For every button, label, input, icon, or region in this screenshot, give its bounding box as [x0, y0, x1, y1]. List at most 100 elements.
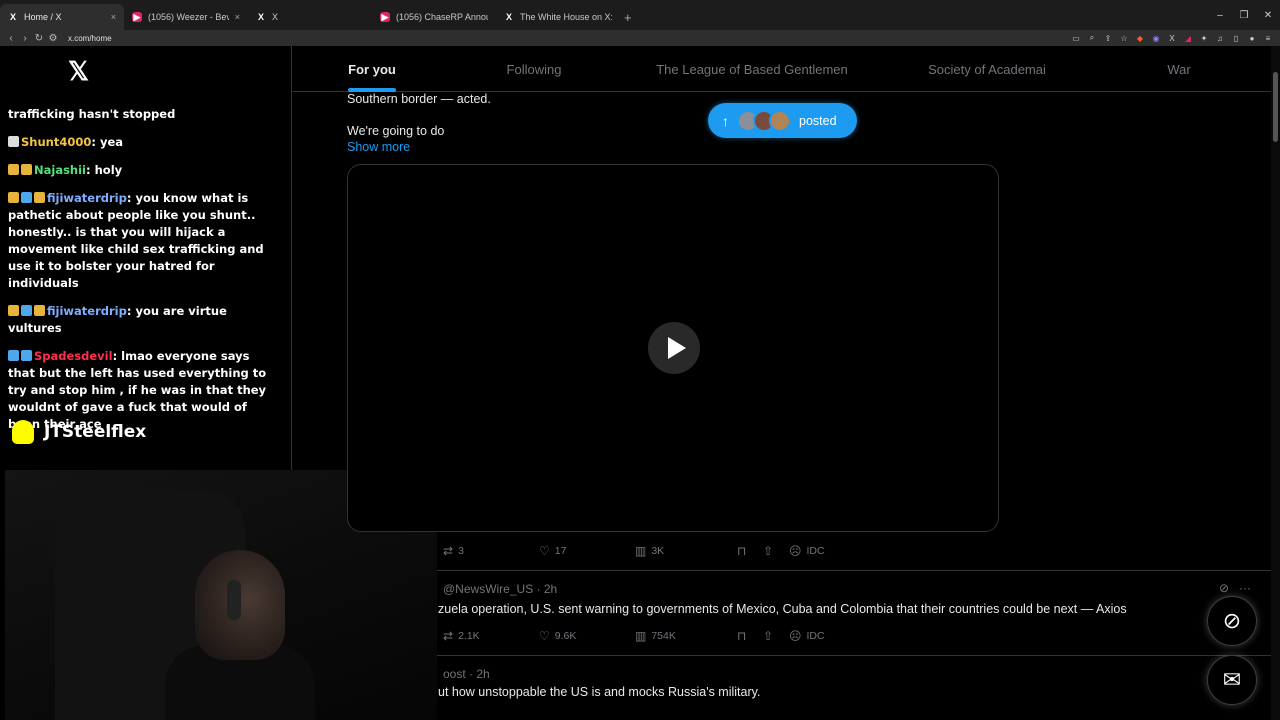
- profile-icon[interactable]: ●: [1246, 32, 1258, 44]
- browser-tab-x[interactable]: X X: [248, 4, 372, 30]
- tab-title: (1056) Weezer - Beverly Hills - YouTube: [148, 12, 229, 22]
- x-logo-icon[interactable]: 𝕏: [68, 58, 94, 84]
- chat-text: : yea: [91, 135, 124, 149]
- post-divider: [437, 570, 1271, 571]
- chat-text: : you know what is pathetic about people…: [8, 191, 264, 290]
- grok-icon: ⊘: [1222, 608, 1242, 633]
- video-player[interactable]: [347, 164, 999, 532]
- site-info-icon[interactable]: ⚙: [46, 33, 60, 44]
- views-button[interactable]: ▥ 754K: [635, 629, 737, 643]
- grok-label: IDC: [806, 545, 825, 557]
- chat-badge-icon: [21, 350, 32, 361]
- retweet-button[interactable]: ⇄ 3: [443, 544, 539, 558]
- x-extension-icon[interactable]: X: [1166, 32, 1178, 44]
- extension-icon[interactable]: ◉: [1150, 32, 1162, 44]
- grok-button[interactable]: ☹ IDC: [789, 629, 825, 643]
- x-favicon-icon: X: [257, 12, 264, 22]
- brave-shield-icon[interactable]: ◆: [1134, 32, 1146, 44]
- chat-badge-icon: [21, 192, 32, 203]
- like-button[interactable]: ♡ 9.6K: [539, 629, 635, 643]
- reload-button[interactable]: ↻: [32, 33, 46, 44]
- chat-username: fijiwaterdrip: [47, 191, 127, 205]
- forward-button[interactable]: ›: [18, 33, 32, 44]
- page-scrollbar[interactable]: [1271, 46, 1280, 720]
- music-icon[interactable]: ♫: [1214, 32, 1226, 44]
- tab-label: For you: [348, 61, 396, 77]
- like-count: 9.6K: [554, 630, 577, 642]
- post-handle[interactable]: @NewsWire_US · 2h: [443, 582, 557, 596]
- analytics-icon: ▥: [635, 544, 647, 558]
- tab-for-you[interactable]: For you: [293, 46, 451, 92]
- chat-badge-icon: [21, 305, 32, 316]
- share-icon[interactable]: ⇪: [1102, 32, 1114, 44]
- chat-message: fijiwaterdrip: you are virtue vultures: [8, 303, 278, 337]
- bookmark-button[interactable]: ⊓: [737, 544, 763, 558]
- chat-username: Spadesdevil: [34, 349, 113, 363]
- new-posts-pill[interactable]: ↑ posted: [708, 103, 857, 138]
- post-divider: [437, 655, 1271, 656]
- views-button[interactable]: ▥ 3K: [635, 544, 737, 558]
- chat-message: Shunt4000: yea: [8, 134, 278, 151]
- x-favicon-icon: X: [505, 12, 512, 22]
- bookmark-star-icon[interactable]: ☆: [1118, 32, 1130, 44]
- maximize-button[interactable]: ❐: [1232, 10, 1256, 21]
- tab-league-of-based-gentlemen[interactable]: The League of Based Gentlemen: [617, 46, 887, 92]
- play-button[interactable]: [648, 322, 700, 374]
- grok-icon[interactable]: ⊘: [1219, 581, 1229, 595]
- pill-label: posted: [799, 113, 837, 128]
- tab-title: Home / X: [24, 12, 62, 22]
- scrollbar-thumb[interactable]: [1273, 72, 1278, 142]
- heart-icon: ♡: [539, 544, 550, 558]
- close-window-button[interactable]: ✕: [1256, 10, 1280, 21]
- url-field[interactable]: x.com/home: [68, 34, 112, 43]
- back-button[interactable]: ‹: [4, 33, 18, 44]
- bookmark-button[interactable]: ⊓: [737, 629, 763, 643]
- puzzle-extension-icon[interactable]: ✦: [1198, 32, 1210, 44]
- post-handle[interactable]: oost · 2h: [443, 667, 490, 681]
- browser-tab-youtube-chaserp[interactable]: ▶ (1056) ChaseRP Announcement Trailer: [372, 4, 496, 30]
- post-actions: ⇄ 2.1K ♡ 9.6K ▥ 754K ⊓ ⇧ ☹ IDC: [443, 627, 983, 645]
- snapchat-handle: JTSteelflex: [12, 420, 146, 444]
- show-more-link[interactable]: Show more: [347, 140, 410, 154]
- grok-floating-button[interactable]: ⊘: [1207, 596, 1257, 646]
- menu-icon[interactable]: ≡: [1262, 32, 1274, 44]
- envelope-icon: ✉: [1222, 667, 1242, 692]
- post-text-line: Southern border — acted.: [347, 92, 491, 106]
- tab-society-of-academai[interactable]: Society of Academai: [887, 46, 1087, 92]
- retweet-button[interactable]: ⇄ 2.1K: [443, 629, 539, 643]
- tab-label: War: [1167, 61, 1191, 77]
- screen-cast-icon[interactable]: ▭: [1070, 32, 1082, 44]
- tab-war[interactable]: War: [1087, 46, 1271, 92]
- tab-following[interactable]: Following: [451, 46, 617, 92]
- messages-floating-button[interactable]: ✉: [1207, 655, 1257, 705]
- arrow-up-icon: ↑: [722, 112, 729, 129]
- share-button[interactable]: ⇧: [763, 629, 789, 643]
- browser-tab-youtube-weezer[interactable]: ▶ (1056) Weezer - Beverly Hills - YouTub…: [124, 4, 248, 30]
- chat-username: fijiwaterdrip: [47, 304, 127, 318]
- sidebar-icon[interactable]: ▯: [1230, 32, 1242, 44]
- browser-tab-white-house[interactable]: X The White House on X: "If you don't: [496, 4, 620, 30]
- red-extension-icon[interactable]: ◢: [1182, 32, 1194, 44]
- browser-tab-home-x[interactable]: X Home / X ×: [0, 4, 124, 30]
- post-text: ut how unstoppable the US is and mocks R…: [438, 685, 761, 699]
- headset: [227, 580, 241, 620]
- chat-text: trafficking hasn't stopped: [8, 107, 176, 121]
- tab-title: The White House on X: "If you don't: [520, 12, 612, 22]
- grok-button[interactable]: ☹ IDC: [789, 544, 825, 558]
- minimize-button[interactable]: –: [1208, 10, 1232, 21]
- zoom-icon[interactable]: ⌕: [1086, 32, 1098, 44]
- chat-message: fijiwaterdrip: you know what is pathetic…: [8, 190, 278, 292]
- post-text: zuela operation, U.S. sent warning to go…: [438, 602, 1127, 616]
- play-icon: [667, 337, 686, 359]
- more-options-icon[interactable]: ···: [1239, 581, 1251, 595]
- snapchat-ghost-icon: [12, 420, 34, 444]
- tab-close-icon[interactable]: ×: [111, 12, 116, 22]
- heart-icon: ♡: [539, 629, 550, 643]
- timeline-feed: Southern border — acted. We're going to …: [293, 92, 1271, 720]
- address-bar-row: ‹ › ↻ ⚙ x.com/home ▭ ⌕ ⇪ ☆ ◆ ◉ X ◢ ✦ ♫ ▯…: [0, 30, 1280, 46]
- share-button[interactable]: ⇧: [763, 544, 789, 558]
- tab-close-icon[interactable]: ×: [235, 12, 240, 22]
- like-button[interactable]: ♡ 17: [539, 544, 635, 558]
- retweet-count: 3: [458, 545, 464, 557]
- new-tab-button[interactable]: +: [620, 4, 640, 30]
